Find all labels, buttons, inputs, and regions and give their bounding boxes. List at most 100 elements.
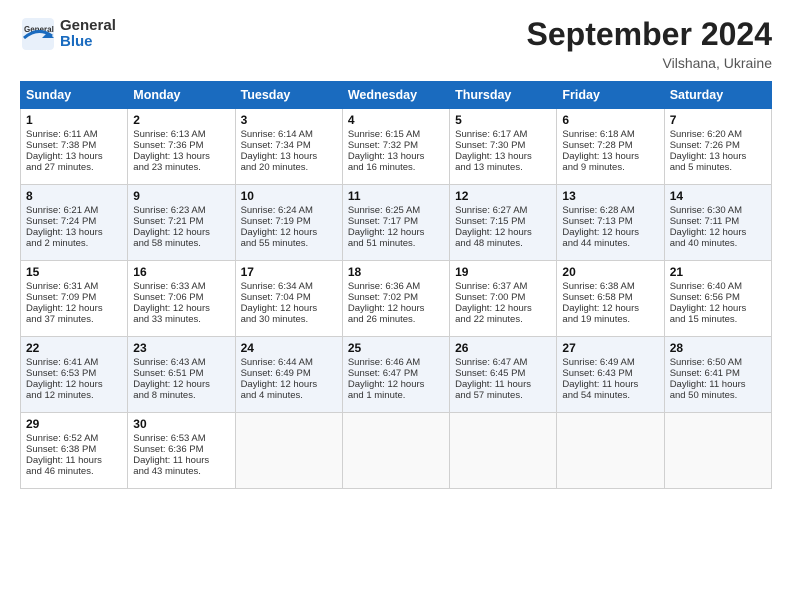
day-number: 30 <box>133 417 229 431</box>
table-cell: 13Sunrise: 6:28 AMSunset: 7:13 PMDayligh… <box>557 185 664 261</box>
sunset-line: Sunset: 7:34 PM <box>241 140 311 151</box>
daylight-line1: Daylight: 12 hours <box>133 303 210 314</box>
page: General General Blue September 2024 Vils… <box>0 0 792 612</box>
sunset-line: Sunset: 7:09 PM <box>26 292 96 303</box>
table-row: 29Sunrise: 6:52 AMSunset: 6:38 PMDayligh… <box>21 413 772 489</box>
day-number: 15 <box>26 265 122 279</box>
table-cell: 22Sunrise: 6:41 AMSunset: 6:53 PMDayligh… <box>21 337 128 413</box>
daylight-line2: and 9 minutes. <box>562 162 624 173</box>
table-cell: 4Sunrise: 6:15 AMSunset: 7:32 PMDaylight… <box>342 109 449 185</box>
calendar-body: 1Sunrise: 6:11 AMSunset: 7:38 PMDaylight… <box>21 109 772 489</box>
day-number: 5 <box>455 113 551 127</box>
daylight-line1: Daylight: 13 hours <box>133 151 210 162</box>
daylight-line1: Daylight: 13 hours <box>348 151 425 162</box>
table-cell: 28Sunrise: 6:50 AMSunset: 6:41 PMDayligh… <box>664 337 771 413</box>
daylight-line1: Daylight: 13 hours <box>241 151 318 162</box>
sunrise-line: Sunrise: 6:13 AM <box>133 129 205 140</box>
table-cell: 1Sunrise: 6:11 AMSunset: 7:38 PMDaylight… <box>21 109 128 185</box>
table-cell: 29Sunrise: 6:52 AMSunset: 6:38 PMDayligh… <box>21 413 128 489</box>
daylight-line1: Daylight: 11 hours <box>670 379 746 390</box>
daylight-line2: and 55 minutes. <box>241 238 309 249</box>
table-cell: 6Sunrise: 6:18 AMSunset: 7:28 PMDaylight… <box>557 109 664 185</box>
sunrise-line: Sunrise: 6:38 AM <box>562 281 634 292</box>
table-cell <box>664 413 771 489</box>
sunset-line: Sunset: 6:58 PM <box>562 292 632 303</box>
table-cell: 12Sunrise: 6:27 AMSunset: 7:15 PMDayligh… <box>450 185 557 261</box>
sunset-line: Sunset: 7:17 PM <box>348 216 418 227</box>
daylight-line1: Daylight: 12 hours <box>241 379 318 390</box>
sunset-line: Sunset: 7:24 PM <box>26 216 96 227</box>
day-number: 17 <box>241 265 337 279</box>
sunrise-line: Sunrise: 6:24 AM <box>241 205 313 216</box>
logo: General General Blue <box>20 16 116 52</box>
day-number: 7 <box>670 113 766 127</box>
sunset-line: Sunset: 7:21 PM <box>133 216 203 227</box>
daylight-line2: and 2 minutes. <box>26 238 88 249</box>
table-cell: 20Sunrise: 6:38 AMSunset: 6:58 PMDayligh… <box>557 261 664 337</box>
sunset-line: Sunset: 6:47 PM <box>348 368 418 379</box>
table-cell: 16Sunrise: 6:33 AMSunset: 7:06 PMDayligh… <box>128 261 235 337</box>
calendar-table: Sunday Monday Tuesday Wednesday Thursday… <box>20 81 772 489</box>
daylight-line2: and 8 minutes. <box>133 390 195 401</box>
sunrise-line: Sunrise: 6:53 AM <box>133 433 205 444</box>
day-number: 22 <box>26 341 122 355</box>
daylight-line2: and 58 minutes. <box>133 238 201 249</box>
day-number: 14 <box>670 189 766 203</box>
daylight-line2: and 4 minutes. <box>241 390 303 401</box>
daylight-line1: Daylight: 12 hours <box>348 303 425 314</box>
daylight-line2: and 50 minutes. <box>670 390 738 401</box>
table-row: 8Sunrise: 6:21 AMSunset: 7:24 PMDaylight… <box>21 185 772 261</box>
daylight-line1: Daylight: 13 hours <box>562 151 639 162</box>
col-thursday: Thursday <box>450 82 557 109</box>
daylight-line1: Daylight: 13 hours <box>670 151 747 162</box>
sunset-line: Sunset: 6:51 PM <box>133 368 203 379</box>
daylight-line1: Daylight: 12 hours <box>670 303 747 314</box>
daylight-line2: and 33 minutes. <box>133 314 201 325</box>
sunset-line: Sunset: 6:43 PM <box>562 368 632 379</box>
table-cell: 2Sunrise: 6:13 AMSunset: 7:36 PMDaylight… <box>128 109 235 185</box>
daylight-line2: and 1 minute. <box>348 390 406 401</box>
col-wednesday: Wednesday <box>342 82 449 109</box>
header: General General Blue September 2024 Vils… <box>20 16 772 71</box>
daylight-line2: and 57 minutes. <box>455 390 523 401</box>
day-number: 29 <box>26 417 122 431</box>
logo-blue-text: Blue <box>60 34 116 51</box>
sunset-line: Sunset: 7:32 PM <box>348 140 418 151</box>
table-cell: 7Sunrise: 6:20 AMSunset: 7:26 PMDaylight… <box>664 109 771 185</box>
table-cell: 15Sunrise: 6:31 AMSunset: 7:09 PMDayligh… <box>21 261 128 337</box>
daylight-line1: Daylight: 12 hours <box>455 227 532 238</box>
table-cell: 25Sunrise: 6:46 AMSunset: 6:47 PMDayligh… <box>342 337 449 413</box>
col-sunday: Sunday <box>21 82 128 109</box>
table-cell: 27Sunrise: 6:49 AMSunset: 6:43 PMDayligh… <box>557 337 664 413</box>
table-cell: 23Sunrise: 6:43 AMSunset: 6:51 PMDayligh… <box>128 337 235 413</box>
daylight-line2: and 26 minutes. <box>348 314 416 325</box>
daylight-line2: and 51 minutes. <box>348 238 416 249</box>
table-cell: 19Sunrise: 6:37 AMSunset: 7:00 PMDayligh… <box>450 261 557 337</box>
logo-text: General Blue <box>60 18 116 51</box>
table-cell: 8Sunrise: 6:21 AMSunset: 7:24 PMDaylight… <box>21 185 128 261</box>
daylight-line1: Daylight: 13 hours <box>26 227 103 238</box>
daylight-line1: Daylight: 12 hours <box>241 227 318 238</box>
sunrise-line: Sunrise: 6:25 AM <box>348 205 420 216</box>
daylight-line1: Daylight: 11 hours <box>26 455 102 466</box>
daylight-line1: Daylight: 13 hours <box>455 151 532 162</box>
sunset-line: Sunset: 6:36 PM <box>133 444 203 455</box>
sunset-line: Sunset: 7:00 PM <box>455 292 525 303</box>
daylight-line1: Daylight: 12 hours <box>348 379 425 390</box>
daylight-line1: Daylight: 12 hours <box>133 379 210 390</box>
sunrise-line: Sunrise: 6:44 AM <box>241 357 313 368</box>
sunrise-line: Sunrise: 6:21 AM <box>26 205 98 216</box>
sunrise-line: Sunrise: 6:52 AM <box>26 433 98 444</box>
table-cell: 18Sunrise: 6:36 AMSunset: 7:02 PMDayligh… <box>342 261 449 337</box>
daylight-line2: and 15 minutes. <box>670 314 738 325</box>
sunrise-line: Sunrise: 6:37 AM <box>455 281 527 292</box>
sunrise-line: Sunrise: 6:14 AM <box>241 129 313 140</box>
table-cell: 11Sunrise: 6:25 AMSunset: 7:17 PMDayligh… <box>342 185 449 261</box>
daylight-line2: and 23 minutes. <box>133 162 201 173</box>
sunrise-line: Sunrise: 6:17 AM <box>455 129 527 140</box>
daylight-line1: Daylight: 12 hours <box>562 303 639 314</box>
daylight-line2: and 44 minutes. <box>562 238 630 249</box>
day-number: 4 <box>348 113 444 127</box>
table-cell: 21Sunrise: 6:40 AMSunset: 6:56 PMDayligh… <box>664 261 771 337</box>
day-number: 16 <box>133 265 229 279</box>
